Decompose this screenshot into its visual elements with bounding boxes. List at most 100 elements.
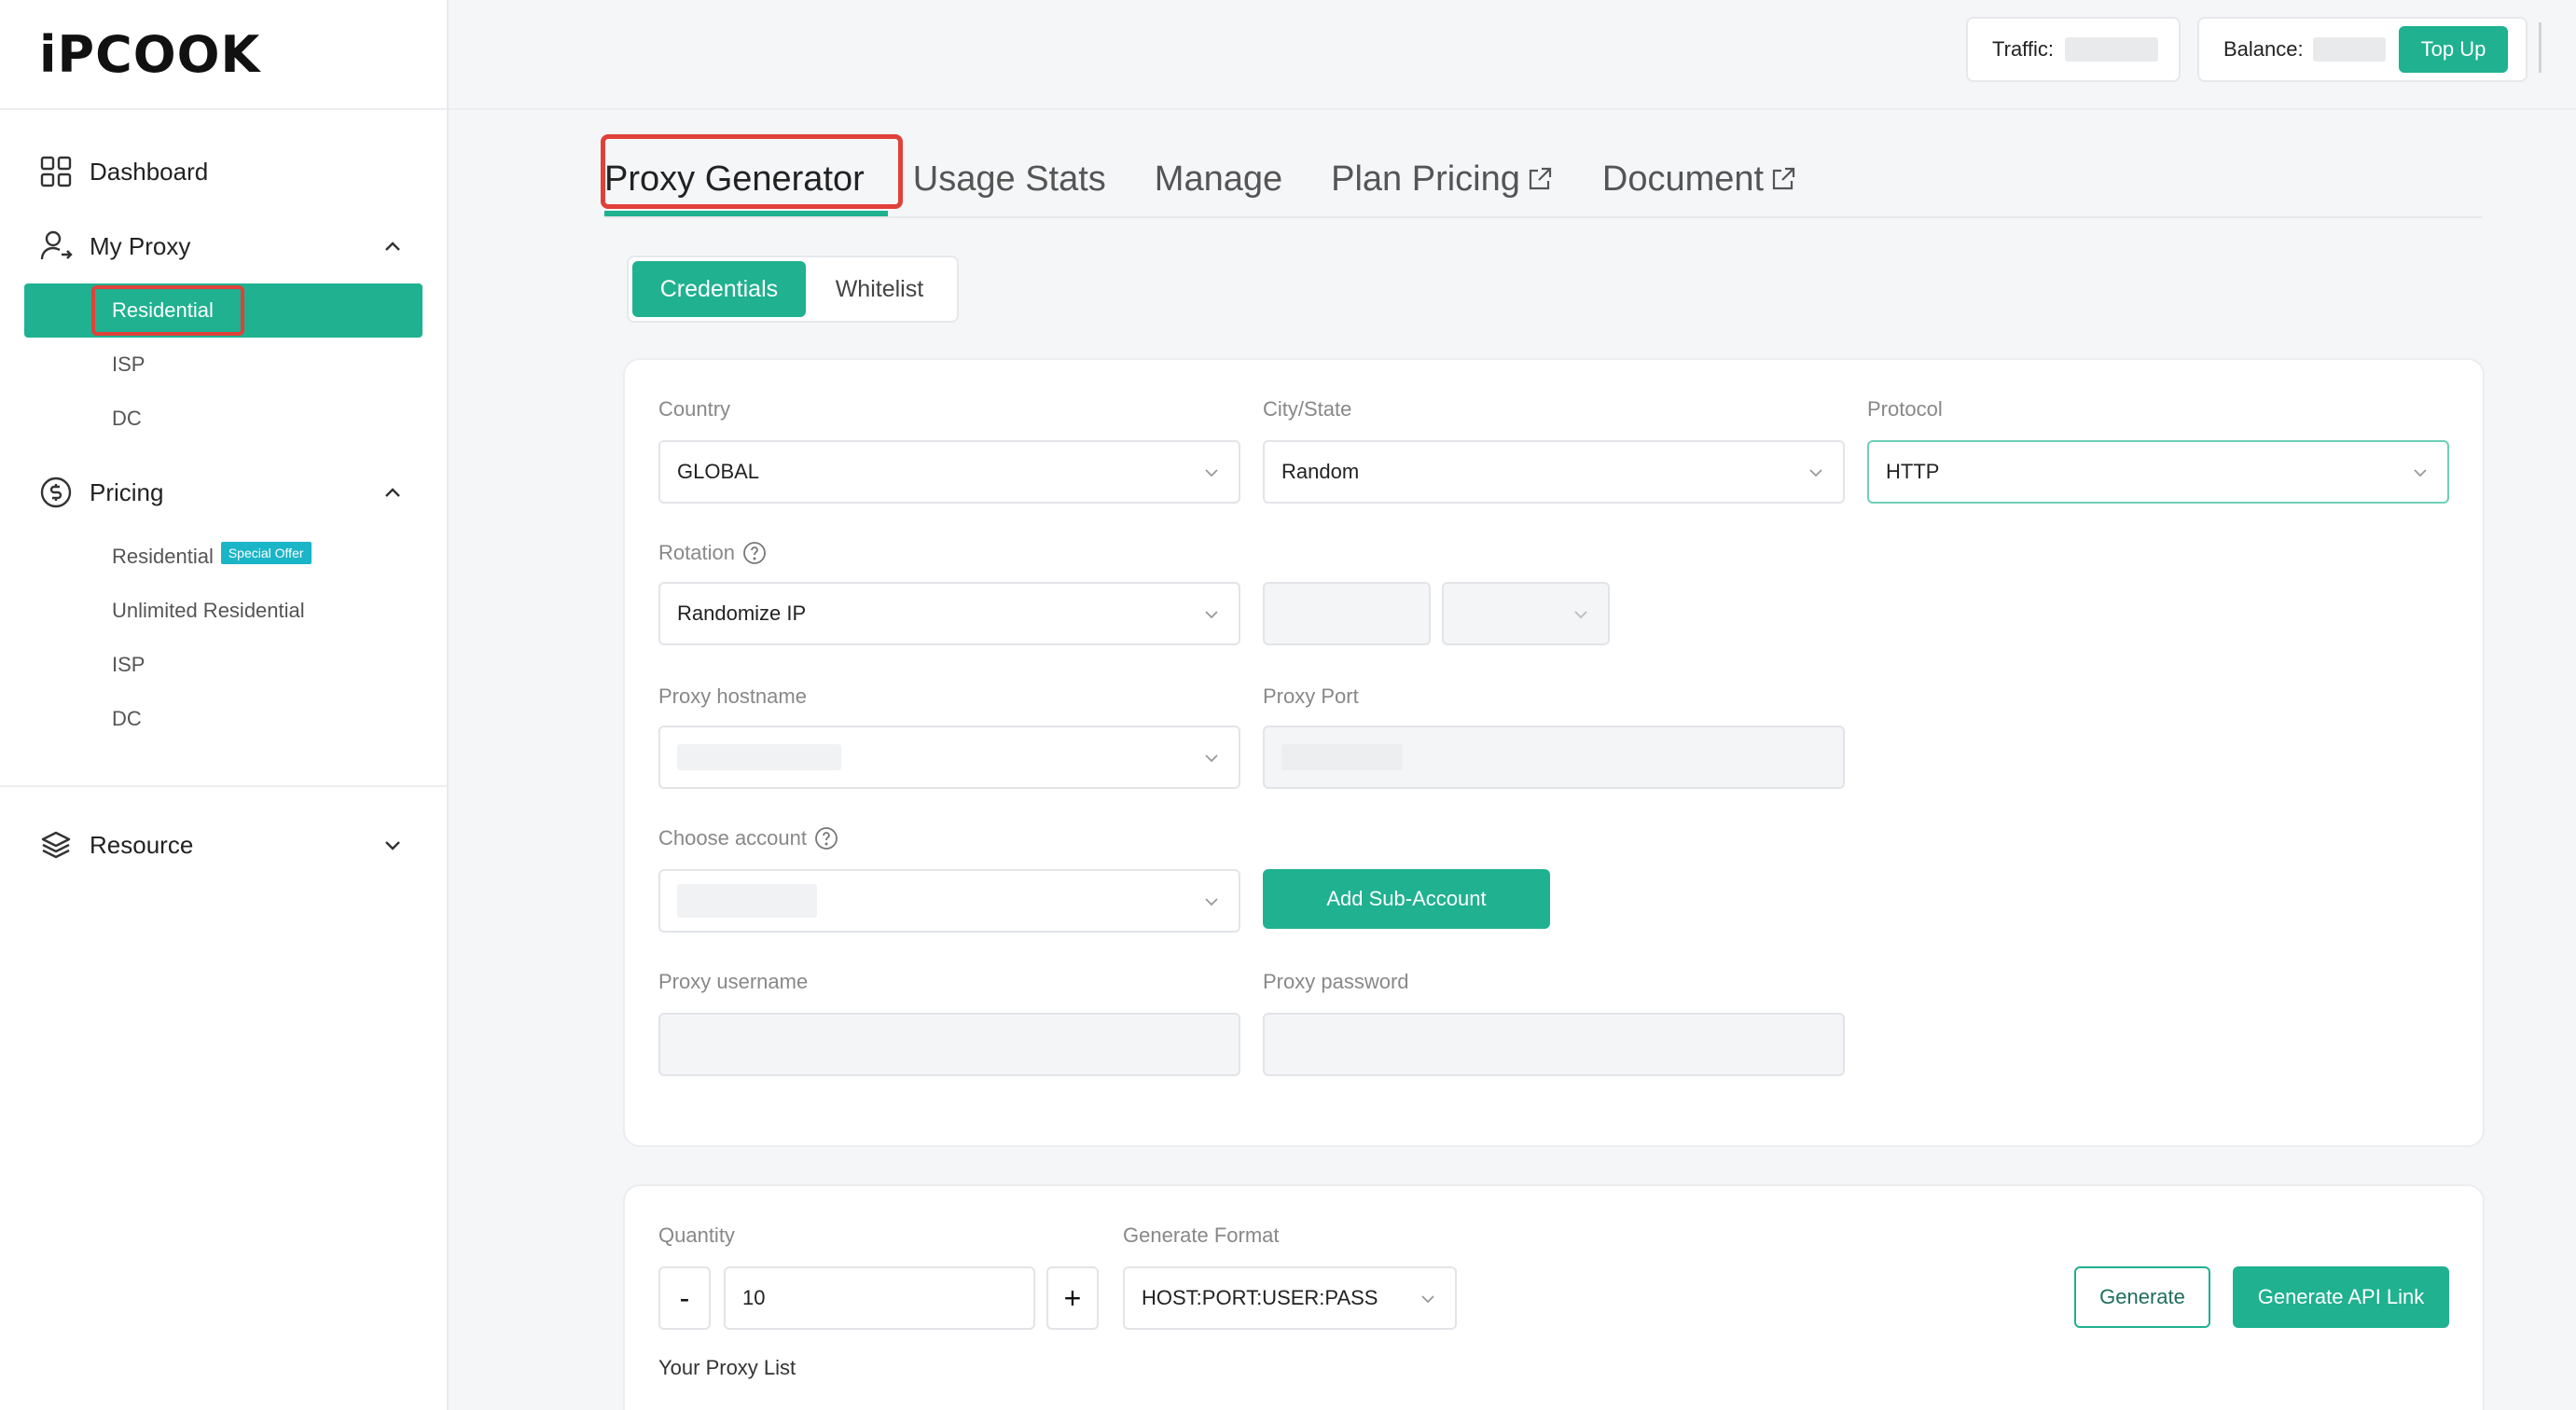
account-value-redacted — [677, 884, 817, 918]
account-label-text: Choose account — [658, 826, 807, 850]
rotation-value: Randomize IP — [677, 601, 807, 625]
dollar-icon — [39, 476, 73, 509]
help-icon[interactable] — [742, 541, 767, 565]
chevron-down-icon — [1205, 898, 1218, 906]
tab-label: Manage — [1154, 159, 1283, 199]
chevron-up-icon[interactable] — [380, 233, 406, 259]
dashboard-icon — [39, 155, 73, 188]
sidebar-pricing-residential[interactable]: Residential Special Offer — [0, 530, 447, 584]
generate-button[interactable]: Generate — [2074, 1266, 2210, 1328]
rotation-label: Rotation — [658, 541, 767, 565]
quantity-input[interactable]: 10 — [724, 1266, 1035, 1330]
external-link-icon — [1529, 167, 1551, 190]
chevron-down-icon — [1205, 611, 1218, 619]
add-sub-account-button[interactable]: Add Sub-Account — [1263, 869, 1550, 929]
format-select[interactable]: HOST:PORT:USER:PASS — [1123, 1266, 1457, 1330]
sidebar-item-pricing[interactable]: Pricing — [0, 455, 447, 530]
rotation-duration-input[interactable] — [1263, 582, 1431, 645]
chevron-down-icon — [1205, 754, 1218, 763]
header-divider — [449, 108, 2576, 110]
city-value: Random — [1281, 460, 1360, 483]
traffic-label: Traffic: — [1992, 37, 2055, 61]
protocol-value: HTTP — [1886, 460, 1940, 483]
hostname-select[interactable] — [658, 726, 1240, 789]
chevron-down-icon — [1205, 469, 1218, 477]
credentials-tab[interactable]: Credentials — [632, 261, 806, 317]
country-select[interactable]: GLOBAL — [658, 440, 1240, 504]
layers-icon — [39, 828, 73, 862]
sidebar-divider — [0, 785, 447, 787]
tabs-divider — [604, 216, 2483, 218]
traffic-box: Traffic: — [1966, 17, 2181, 82]
sidebar-item-my-proxy[interactable]: My Proxy — [0, 209, 447, 283]
password-field — [1263, 1013, 1845, 1076]
sidebar-subitem-residential[interactable]: Residential — [24, 283, 422, 338]
country-value: GLOBAL — [677, 460, 760, 483]
sidebar-subitem-label: Residential — [112, 545, 214, 568]
quantity-label: Quantity — [658, 1223, 735, 1247]
tab-manage[interactable]: Manage — [1155, 159, 1282, 200]
help-icon[interactable] — [814, 826, 838, 850]
sidebar-subitem-label: ISP — [112, 352, 145, 376]
account-label: Choose account — [658, 826, 838, 850]
username-field — [658, 1013, 1240, 1076]
tab-label: Plan Pricing — [1331, 159, 1520, 199]
tab-label: Document — [1601, 159, 1765, 199]
scrollbar[interactable] — [2539, 22, 2541, 73]
ipcook-logo[interactable]: iPCOOK — [39, 25, 260, 84]
chevron-up-icon[interactable] — [380, 479, 406, 505]
sidebar-pricing-isp[interactable]: ISP — [0, 638, 447, 692]
quantity-decrement-button[interactable]: - — [658, 1266, 711, 1330]
rotation-label-text: Rotation — [658, 541, 735, 564]
sidebar-subitem-isp[interactable]: ISP — [0, 338, 447, 392]
sidebar-item-label: Pricing — [90, 477, 164, 506]
format-label: Generate Format — [1123, 1223, 1280, 1247]
user-proxy-icon — [39, 229, 73, 263]
tab-document[interactable]: Document — [1602, 159, 1797, 200]
city-label: City/State — [1263, 397, 1352, 421]
quantity-value: 10 — [742, 1286, 766, 1309]
special-offer-badge: Special Offer — [220, 542, 312, 564]
sidebar-item-label: Resource — [90, 830, 194, 859]
password-label: Proxy password — [1263, 970, 1409, 993]
sidebar-subitem-label: DC — [112, 707, 142, 730]
sidebar-subitem-label: ISP — [112, 653, 145, 676]
sidebar-item-resource[interactable]: Resource — [0, 808, 447, 882]
sidebar-pricing-dc[interactable]: DC — [0, 692, 447, 746]
sidebar-item-label: My Proxy — [90, 231, 191, 260]
sidebar-subitem-label: DC — [112, 407, 142, 430]
logo-area: iPCOOK — [0, 0, 447, 110]
quantity-increment-button[interactable]: + — [1046, 1266, 1099, 1330]
auth-mode-toggle: Credentials Whitelist — [627, 256, 959, 323]
rotation-select[interactable]: Randomize IP — [658, 582, 1240, 645]
tab-highlight-box — [601, 134, 903, 209]
tab-label: Usage Stats — [912, 159, 1106, 199]
sidebar-subitem-label: Unlimited Residential — [112, 599, 305, 622]
tab-usage-stats[interactable]: Usage Stats — [913, 159, 1106, 200]
sidebar-item-dashboard[interactable]: Dashboard — [0, 134, 447, 209]
traffic-value-redacted — [2065, 37, 2159, 62]
account-select[interactable] — [658, 869, 1240, 933]
top-up-button[interactable]: Top Up — [2398, 26, 2509, 73]
port-value-redacted — [1281, 744, 1403, 770]
chevron-down-icon — [2414, 469, 2427, 477]
highlight-box — [91, 285, 244, 336]
generate-api-link-button[interactable]: Generate API Link — [2233, 1266, 2449, 1328]
port-label: Proxy Port — [1263, 684, 1359, 708]
tab-plan-pricing[interactable]: Plan Pricing — [1331, 159, 1554, 200]
sidebar-subitem-dc[interactable]: DC — [0, 392, 447, 446]
protocol-select[interactable]: HTTP — [1867, 440, 2449, 504]
external-link-icon — [1772, 167, 1795, 190]
balance-label: Balance: — [2223, 37, 2304, 61]
chevron-down-icon[interactable] — [380, 832, 406, 858]
whitelist-tab[interactable]: Whitelist — [806, 261, 953, 317]
chevron-down-icon — [1574, 611, 1587, 619]
hostname-value-redacted — [677, 744, 841, 770]
proxy-list-label: Your Proxy List — [658, 1356, 796, 1379]
active-tab-indicator — [604, 211, 888, 216]
rotation-unit-select[interactable] — [1442, 582, 1610, 645]
balance-value-redacted — [2312, 37, 2386, 62]
username-label: Proxy username — [658, 970, 809, 993]
sidebar-pricing-unlimited-residential[interactable]: Unlimited Residential — [0, 584, 447, 638]
city-select[interactable]: Random — [1263, 440, 1845, 504]
